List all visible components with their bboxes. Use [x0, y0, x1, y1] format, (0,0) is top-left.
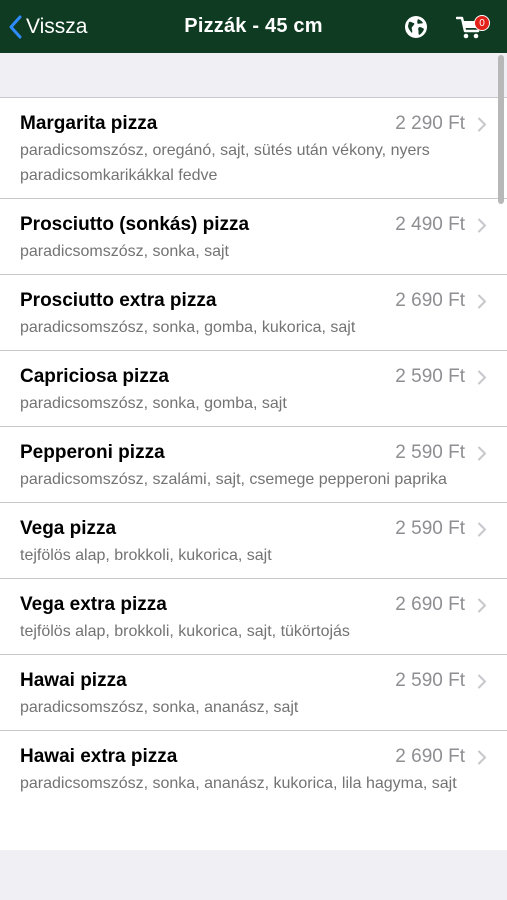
chevron-right-icon: [478, 218, 486, 233]
chevron-right-icon: [478, 294, 486, 309]
navigation-bar: Vissza Pizzák - 45 cm 0: [0, 0, 507, 53]
back-label: Vissza: [26, 14, 88, 38]
chevron-right-icon: [478, 446, 486, 461]
cart-count-badge: 0: [474, 15, 490, 31]
chevron-right-icon: [478, 598, 486, 613]
pizza-price: 2 490 Ft: [395, 214, 465, 235]
pizza-description: paradicsomszósz, sonka, sajt: [20, 243, 229, 260]
back-button[interactable]: Vissza: [8, 0, 87, 53]
pizza-list: Margarita pizza 2 290 Ft paradicsomszósz…: [0, 98, 507, 850]
pizza-row[interactable]: Hawai pizza 2 590 Ft paradicsomszósz, so…: [0, 655, 507, 731]
cart-button[interactable]: 0: [455, 14, 490, 42]
chevron-right-icon: [478, 522, 486, 537]
pizza-row[interactable]: Prosciutto extra pizza 2 690 Ft paradics…: [0, 275, 507, 351]
pizza-description: paradicsomszósz, sonka, gomba, sajt: [20, 395, 287, 412]
pizza-row[interactable]: Capriciosa pizza 2 590 Ft paradicsomszós…: [0, 351, 507, 427]
section-header-spacer: [0, 53, 507, 98]
pizza-price: 2 690 Ft: [395, 746, 465, 767]
globe-button[interactable]: [404, 15, 428, 39]
pizza-description: paradicsomszósz, szalámi, sajt, csemege …: [20, 471, 447, 488]
pizza-price: 2 590 Ft: [395, 366, 465, 387]
pizza-price: 2 690 Ft: [395, 290, 465, 311]
pizza-row[interactable]: Margarita pizza 2 290 Ft paradicsomszósz…: [0, 98, 507, 199]
pizza-row[interactable]: Vega pizza 2 590 Ft tejfölös alap, brokk…: [0, 503, 507, 579]
pizza-price: 2 290 Ft: [395, 113, 465, 134]
pizza-description: tejfölös alap, brokkoli, kukorica, sajt: [20, 547, 272, 564]
page-title: Pizzák - 45 cm: [184, 15, 323, 37]
pizza-price: 2 590 Ft: [395, 518, 465, 539]
pizza-row[interactable]: Pepperoni pizza 2 590 Ft paradicsomszósz…: [0, 427, 507, 503]
scrollbar[interactable]: [498, 55, 504, 204]
pizza-row[interactable]: Vega extra pizza 2 690 Ft tejfölös alap,…: [0, 579, 507, 655]
pizza-price: 2 690 Ft: [395, 594, 465, 615]
pizza-description: paradicsomszósz, sonka, gomba, kukorica,…: [20, 319, 356, 336]
chevron-right-icon: [478, 674, 486, 689]
pizza-row[interactable]: Prosciutto (sonkás) pizza 2 490 Ft parad…: [0, 199, 507, 275]
chevron-right-icon: [478, 750, 486, 765]
globe-icon: [405, 16, 427, 38]
chevron-right-icon: [478, 370, 486, 385]
bottom-spacer: [0, 850, 507, 900]
chevron-left-icon: [9, 15, 22, 38]
pizza-price: 2 590 Ft: [395, 670, 465, 691]
pizza-row[interactable]: Hawai extra pizza 2 690 Ft paradicsomszó…: [0, 731, 507, 806]
chevron-right-icon: [478, 117, 486, 132]
pizza-description: tejfölös alap, brokkoli, kukorica, sajt,…: [20, 623, 350, 640]
pizza-description: paradicsomszósz, sonka, ananász, kukoric…: [20, 775, 457, 792]
pizza-price: 2 590 Ft: [395, 442, 465, 463]
pizza-description: paradicsomszósz, oregánó, sajt, sütés ut…: [20, 142, 430, 184]
pizza-description: paradicsomszósz, sonka, ananász, sajt: [20, 699, 299, 716]
